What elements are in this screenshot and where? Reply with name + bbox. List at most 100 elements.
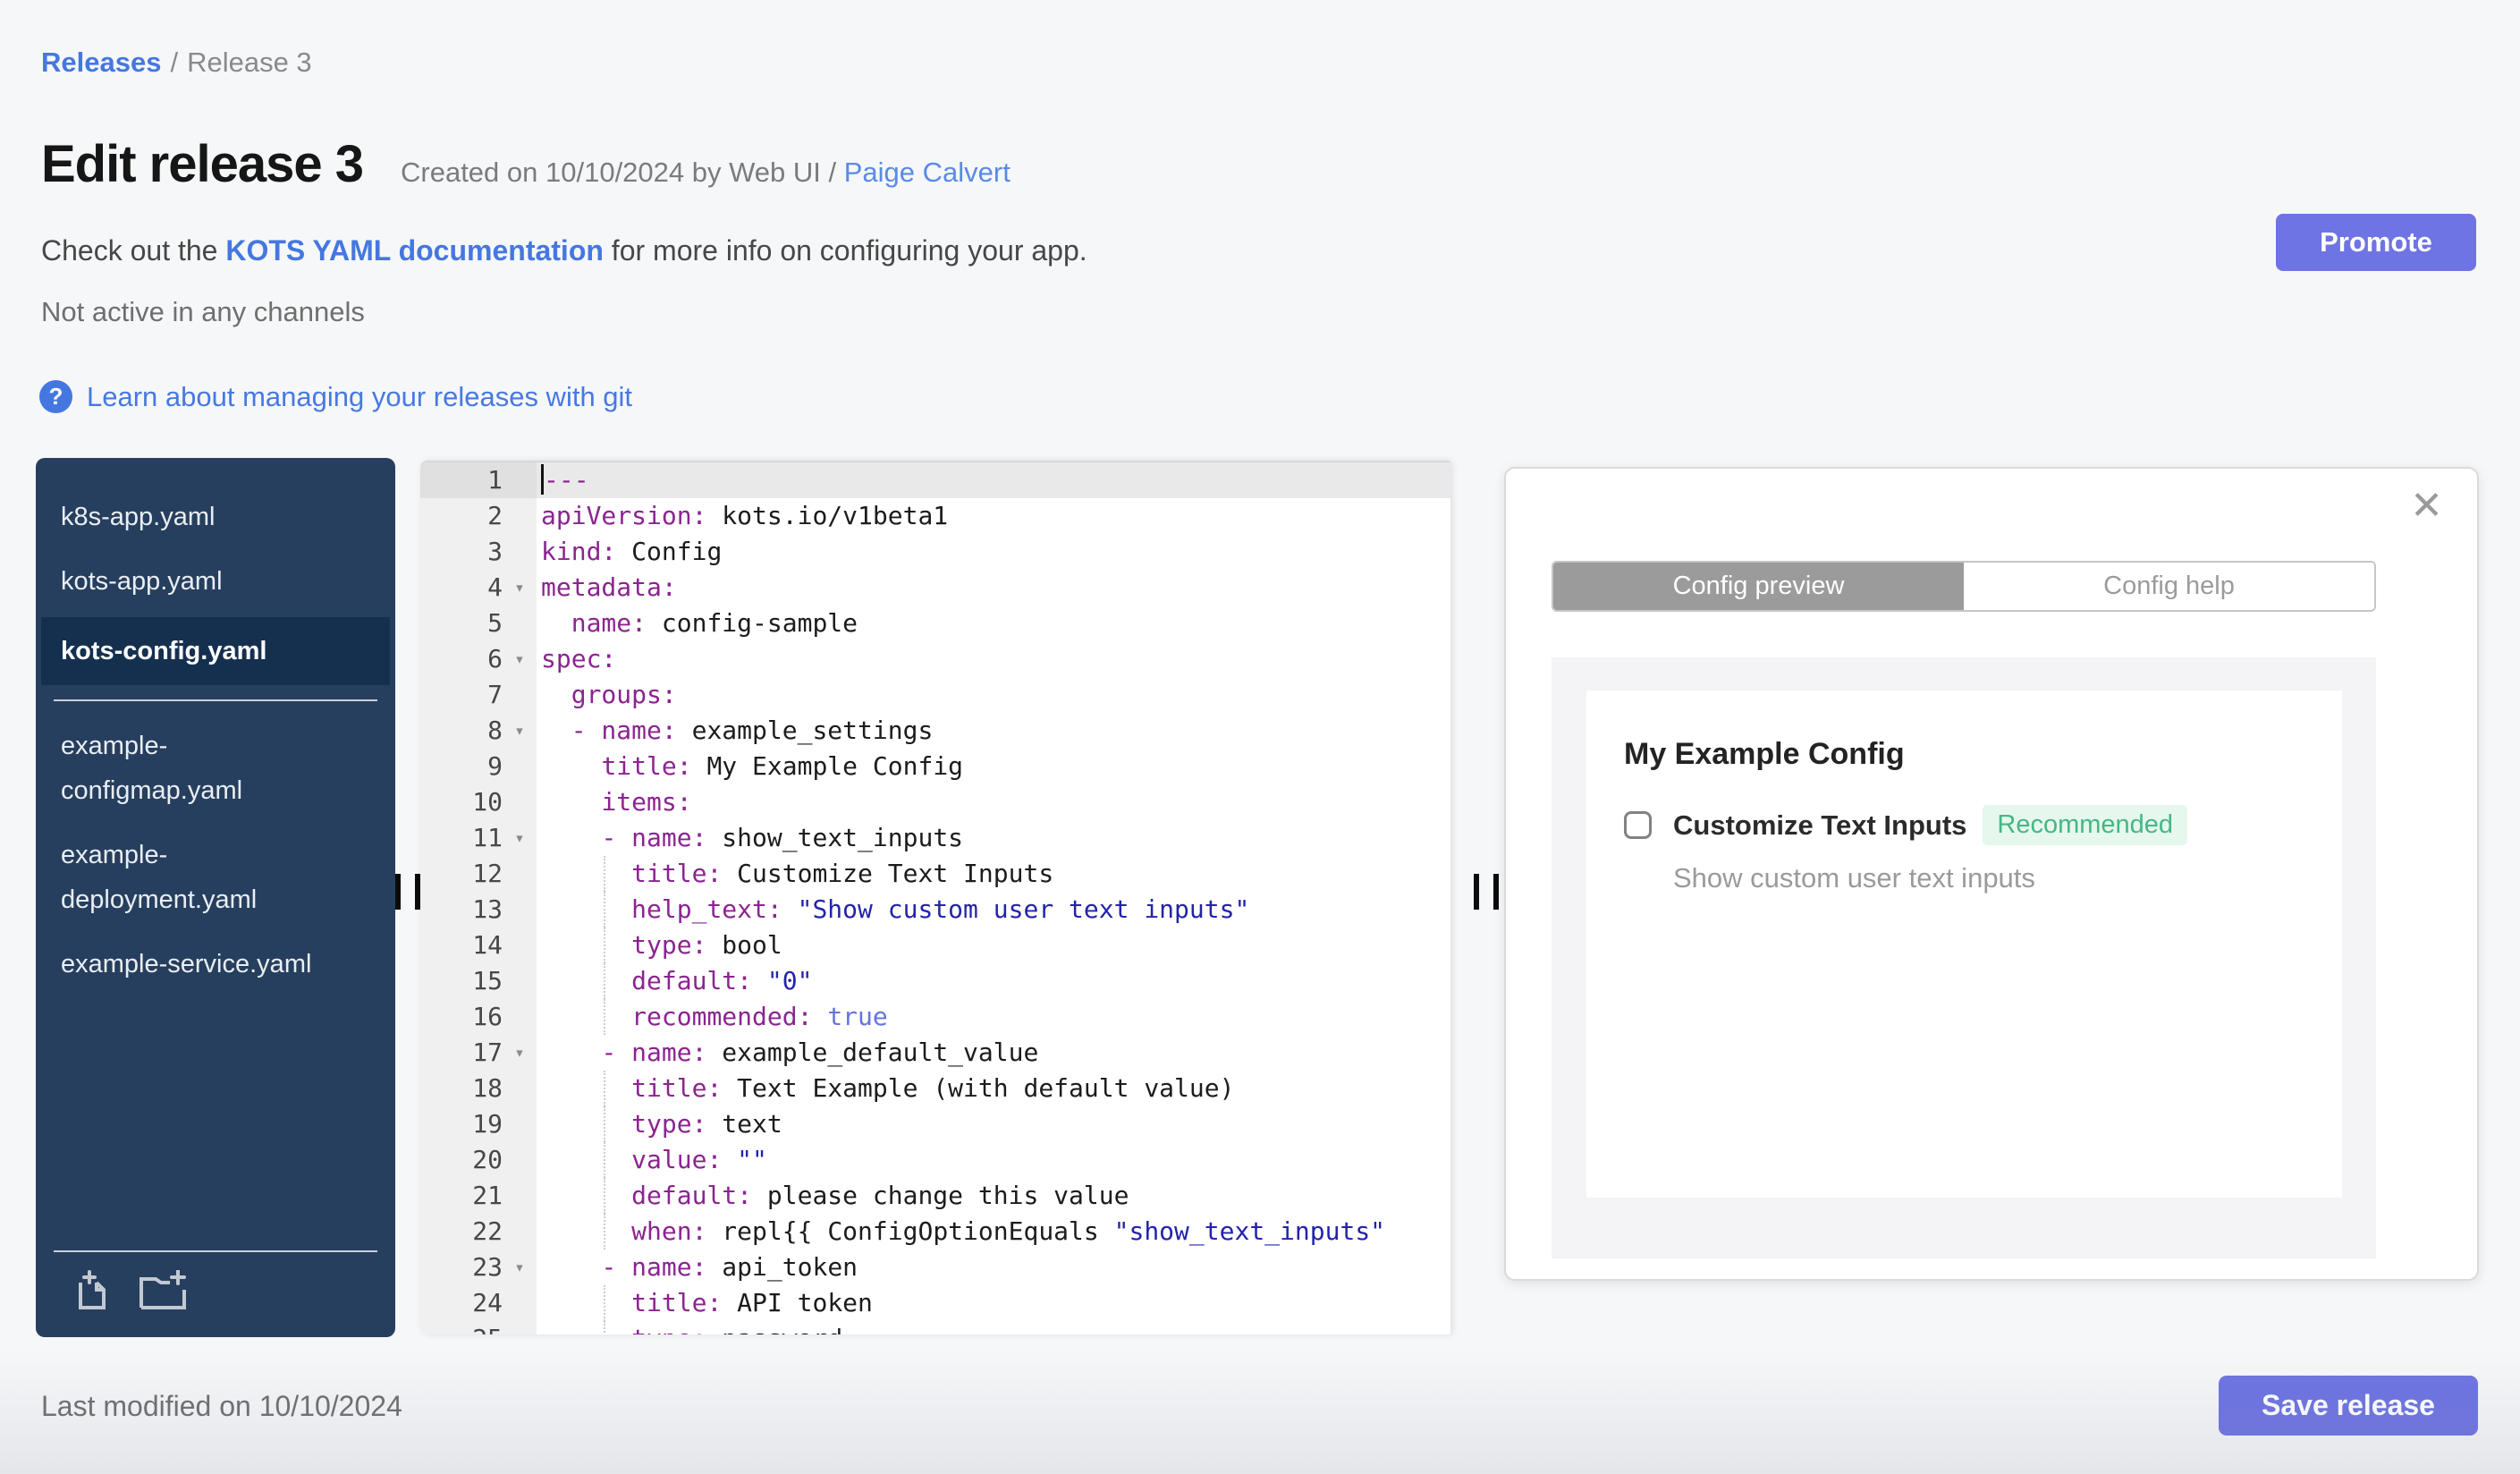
code-token: example_settings xyxy=(676,716,934,745)
code-token: example_default_value xyxy=(706,1038,1039,1067)
code-content: kind: Config xyxy=(537,534,1450,570)
gutter-cell: 9 xyxy=(420,749,537,784)
git-releases-link[interactable]: Learn about managing your releases with … xyxy=(87,381,632,413)
line-number: 18 xyxy=(472,1073,503,1103)
fold-arrow-icon[interactable]: ▾ xyxy=(503,713,537,749)
yaml-code-editor[interactable]: 1 --- 2 apiVersion: kots.io/v1beta1 3 kind: C… xyxy=(420,461,1450,1334)
code-content: default: please change this value xyxy=(537,1178,1450,1214)
gutter-cell: 15 xyxy=(420,963,537,999)
gutter-cell: 5 xyxy=(420,606,537,641)
code-token: title: xyxy=(631,1288,723,1317)
file-list-divider xyxy=(54,699,377,701)
created-text: Created on 10/10/2024 by Web UI / xyxy=(401,157,844,188)
code-token: type: xyxy=(631,1109,707,1139)
code-line-9: 9 title: My Example Config xyxy=(420,749,1450,784)
code-line-20: 20 value: "" xyxy=(420,1142,1450,1178)
indent-guide xyxy=(604,856,605,892)
code-line-10: 10 items: xyxy=(420,784,1450,820)
file-item-example-configmap.yaml[interactable]: example-configmap.yaml xyxy=(36,714,395,823)
breadcrumb: Releases / Release 3 xyxy=(41,47,312,79)
gutter-cell: 1 xyxy=(420,462,537,498)
code-token: title: xyxy=(631,859,723,888)
config-preview-panel: ✕ Config preview Config help My Example C… xyxy=(1504,467,2479,1281)
fold-arrow-icon[interactable]: ▾ xyxy=(503,820,537,856)
code-token: kind: xyxy=(541,537,617,566)
page-title: Edit release 3 xyxy=(41,135,364,193)
code-line-23: 23 ▾ - name: api_token xyxy=(420,1250,1450,1285)
promote-button[interactable]: Promote xyxy=(2276,214,2476,271)
code-token: Text Example (with default value) xyxy=(722,1073,1235,1103)
code-line-13: 13 help_text: "Show custom user text inp… xyxy=(420,892,1450,928)
docs-suffix: for more info on configuring your app. xyxy=(603,234,1087,267)
code-line-12: 12 title: Customize Text Inputs xyxy=(420,856,1450,892)
created-info: Created on 10/10/2024 by Web UI / Paige … xyxy=(401,157,1011,189)
code-token: recommended: xyxy=(631,1002,813,1031)
code-content: title: My Example Config xyxy=(537,749,1450,784)
new-folder-icon[interactable] xyxy=(138,1269,188,1314)
fold-arrow-icon[interactable]: ▾ xyxy=(503,1035,537,1071)
code-token: kots.io/v1beta1 xyxy=(706,501,949,530)
code-token: - name: xyxy=(601,1252,707,1282)
code-content: title: Customize Text Inputs xyxy=(537,856,1450,892)
file-item-k8s-app.yaml[interactable]: k8s-app.yaml xyxy=(36,485,395,549)
code-token: show_text_inputs xyxy=(706,823,964,852)
created-author-link[interactable]: Paige Calvert xyxy=(844,157,1011,188)
code-line-18: 18 title: Text Example (with default val… xyxy=(420,1071,1450,1106)
docs-line: Check out the KOTS YAML documentation fo… xyxy=(41,234,1087,267)
code-line-16: 16 recommended: true xyxy=(420,999,1450,1035)
code-line-25: 25 type: password xyxy=(420,1321,1450,1334)
line-number: 20 xyxy=(472,1145,503,1174)
customize-text-inputs-checkbox[interactable] xyxy=(1624,811,1652,839)
gutter-cell: 10 xyxy=(420,784,537,820)
line-number: 1 xyxy=(487,465,503,495)
code-token: type: xyxy=(631,930,707,960)
gutter-cell: 19 xyxy=(420,1106,537,1142)
file-item-example-deployment.yaml[interactable]: example-deployment.yaml xyxy=(36,823,395,932)
sidebar-resize-handle[interactable] xyxy=(395,874,420,910)
fold-arrow-icon[interactable]: ▾ xyxy=(503,570,537,606)
config-item-label: Customize Text Inputs xyxy=(1673,809,1967,841)
indent-guide xyxy=(604,1142,605,1178)
breadcrumb-releases-link[interactable]: Releases xyxy=(41,47,161,78)
line-number: 2 xyxy=(487,501,503,530)
file-item-example-service.yaml[interactable]: example-service.yaml xyxy=(36,932,395,996)
sidebar-bottom xyxy=(36,1250,395,1337)
code-line-14: 14 type: bool xyxy=(420,928,1450,963)
indent-guide xyxy=(604,963,605,999)
panel-resize-handle[interactable] xyxy=(1474,874,1499,910)
code-token: "Show custom user text inputs" xyxy=(797,894,1250,924)
file-item-kots-config.yaml[interactable]: kots-config.yaml xyxy=(41,617,390,685)
kots-yaml-docs-link[interactable]: KOTS YAML documentation xyxy=(225,234,604,267)
code-token: - name: xyxy=(601,823,707,852)
tab-config-preview[interactable]: Config preview xyxy=(1553,563,1964,610)
tab-config-help[interactable]: Config help xyxy=(1964,563,2374,610)
close-icon[interactable]: ✕ xyxy=(2410,487,2443,526)
code-token: repl{{ ConfigOptionEquals xyxy=(706,1216,1114,1246)
line-number: 13 xyxy=(472,894,503,924)
code-token: "show_text_inputs" xyxy=(1113,1216,1386,1246)
gutter-cell: 25 xyxy=(420,1321,537,1334)
gutter-cell: 4 ▾ xyxy=(420,570,537,606)
code-content: title: API token xyxy=(537,1285,1450,1321)
fold-arrow-icon[interactable]: ▾ xyxy=(503,1250,537,1285)
line-number: 15 xyxy=(472,966,503,995)
fold-arrow-icon[interactable]: ▾ xyxy=(503,641,537,677)
file-item-label: example-configmap.yaml xyxy=(61,732,243,805)
code-token: api_token xyxy=(706,1252,858,1282)
code-content: items: xyxy=(537,784,1450,820)
new-file-icon[interactable] xyxy=(73,1270,114,1314)
file-item-kots-app.yaml[interactable]: kots-app.yaml xyxy=(36,549,395,614)
line-number: 16 xyxy=(472,1002,503,1031)
code-token: - name: xyxy=(601,1038,707,1067)
line-number: 7 xyxy=(487,680,503,709)
